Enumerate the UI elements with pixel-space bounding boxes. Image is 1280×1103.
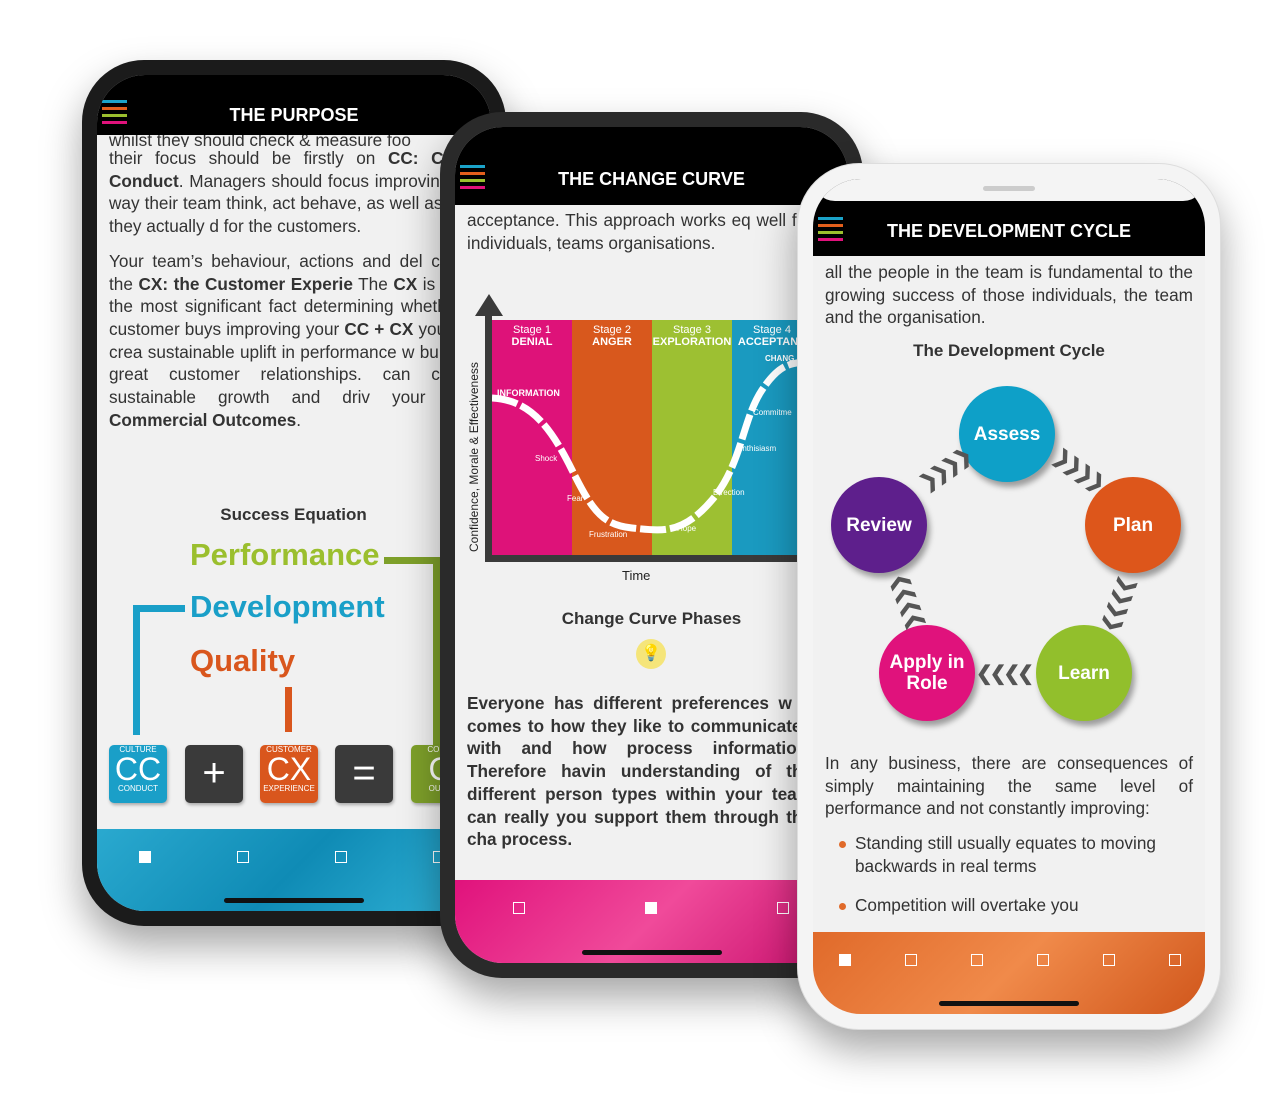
performance-label: Performance bbox=[190, 537, 380, 572]
page-title: THE CHANGE CURVE bbox=[558, 169, 745, 189]
notch bbox=[546, 127, 757, 157]
quality-label: Quality bbox=[190, 643, 296, 678]
change-curve-diagram: Confidence, Morale & Effectiveness Stage… bbox=[455, 292, 848, 592]
cycle-node-review[interactable]: Review bbox=[831, 477, 927, 573]
page-indicator-band bbox=[813, 932, 1205, 1014]
home-indicator bbox=[581, 950, 722, 955]
home-indicator bbox=[224, 898, 364, 903]
development-arrow bbox=[133, 605, 185, 612]
page-title: THE PURPOSE bbox=[229, 105, 359, 125]
equals-tile: = bbox=[335, 745, 393, 803]
page-dot[interactable] bbox=[139, 851, 151, 863]
bullet-list: Standing still usually equates to moving… bbox=[839, 832, 1193, 917]
intro-text: all the people in the team is fundamenta… bbox=[825, 262, 1193, 328]
tile-cx: CUSTOMER CX EXPERIENCE bbox=[260, 745, 318, 803]
curve-label: Shock bbox=[535, 454, 558, 463]
curve-label: Hope bbox=[677, 524, 697, 533]
cycle-node-assess[interactable]: Assess bbox=[959, 386, 1055, 482]
curve-label: Commitme bbox=[753, 408, 792, 417]
development-label: Development bbox=[190, 589, 385, 624]
chevron-arrows-icon: ❯❯❯❯ bbox=[1100, 573, 1140, 633]
curve-label: INFORMATION bbox=[497, 388, 560, 398]
cycle-node-apply-in-role[interactable]: Apply in Role bbox=[879, 625, 975, 721]
cycle-node-learn[interactable]: Learn bbox=[1036, 625, 1132, 721]
lightbulb-icon: 💡 bbox=[636, 639, 666, 669]
home-indicator bbox=[939, 1001, 1079, 1006]
page-dot[interactable] bbox=[777, 902, 789, 914]
page-title: THE DEVELOPMENT CYCLE bbox=[886, 221, 1132, 241]
cycle-node-plan[interactable]: Plan bbox=[1085, 477, 1181, 573]
page-indicator-band bbox=[455, 880, 848, 963]
chevron-arrows-icon: ❯❯❯❯ bbox=[887, 573, 927, 633]
cycle-title: The Development Cycle bbox=[913, 341, 1105, 360]
bullet-item: Standing still usually equates to moving… bbox=[839, 832, 1193, 877]
tile-cc: CULTURE CC CONDUCT bbox=[109, 745, 167, 803]
x-axis-label: Time bbox=[622, 568, 651, 583]
chevron-arrows-icon: ❯❯❯❯ bbox=[1049, 445, 1108, 495]
y-axis bbox=[485, 310, 492, 562]
y-axis-arrow bbox=[475, 294, 503, 316]
page-dot[interactable] bbox=[513, 902, 525, 914]
page-dot[interactable] bbox=[905, 954, 917, 966]
equation-title: Success Equation bbox=[220, 505, 367, 524]
curve-label: Enthisiasm bbox=[737, 444, 777, 453]
screen: THE CHANGE CURVE acceptance. This approa… bbox=[455, 127, 848, 963]
content: whilst they should check & measure foo t… bbox=[109, 133, 479, 443]
curve-label: Fear bbox=[567, 494, 584, 503]
page-dot[interactable] bbox=[1169, 954, 1181, 966]
page-dot[interactable] bbox=[839, 954, 851, 966]
paragraph: Your team’s behaviour, actions and del c… bbox=[109, 250, 479, 430]
chevron-arrows-icon: ❮❮❮❮ bbox=[976, 663, 1034, 685]
bullet-item: Competition will overtake you bbox=[839, 894, 1193, 917]
notch bbox=[189, 75, 399, 105]
paragraph: their focus should be firstly on CC: Cu … bbox=[109, 148, 479, 237]
page-dot[interactable] bbox=[645, 902, 657, 914]
page-indicator-band bbox=[97, 829, 491, 911]
bold-paragraph: Everyone has different preferences w it … bbox=[467, 693, 812, 850]
chevron-arrows-icon: ❯❯❯❯ bbox=[915, 445, 974, 495]
phases-title: Change Curve Phases bbox=[561, 609, 742, 628]
paragraph: In any business, there are consequences … bbox=[825, 753, 1193, 819]
screen: THE PURPOSE whilst they should check & m… bbox=[97, 75, 491, 911]
page-dot[interactable] bbox=[237, 851, 249, 863]
curve-label: Direction bbox=[713, 488, 745, 497]
page-dot[interactable] bbox=[971, 954, 983, 966]
curve bbox=[492, 356, 812, 534]
development-arrow bbox=[133, 605, 140, 735]
page-dot[interactable] bbox=[1037, 954, 1049, 966]
phone-the-development-cycle: THE DEVELOPMENT CYCLE all the people in … bbox=[797, 163, 1221, 1030]
screen: THE DEVELOPMENT CYCLE all the people in … bbox=[813, 179, 1205, 1014]
cut-line: whilst they should check & measure foo bbox=[109, 133, 411, 147]
page-dot[interactable] bbox=[1103, 954, 1115, 966]
page-dot[interactable] bbox=[335, 851, 347, 863]
curve-label: CHANG bbox=[765, 354, 795, 363]
curve-label: Frustration bbox=[589, 530, 628, 539]
x-axis bbox=[485, 555, 848, 562]
plus-tile: + bbox=[185, 745, 243, 803]
y-axis-label: Confidence, Morale & Effectiveness bbox=[467, 362, 481, 552]
speaker bbox=[983, 186, 1035, 191]
intro-text: acceptance. This approach works eq well … bbox=[467, 210, 812, 253]
quality-arrow bbox=[285, 687, 292, 732]
